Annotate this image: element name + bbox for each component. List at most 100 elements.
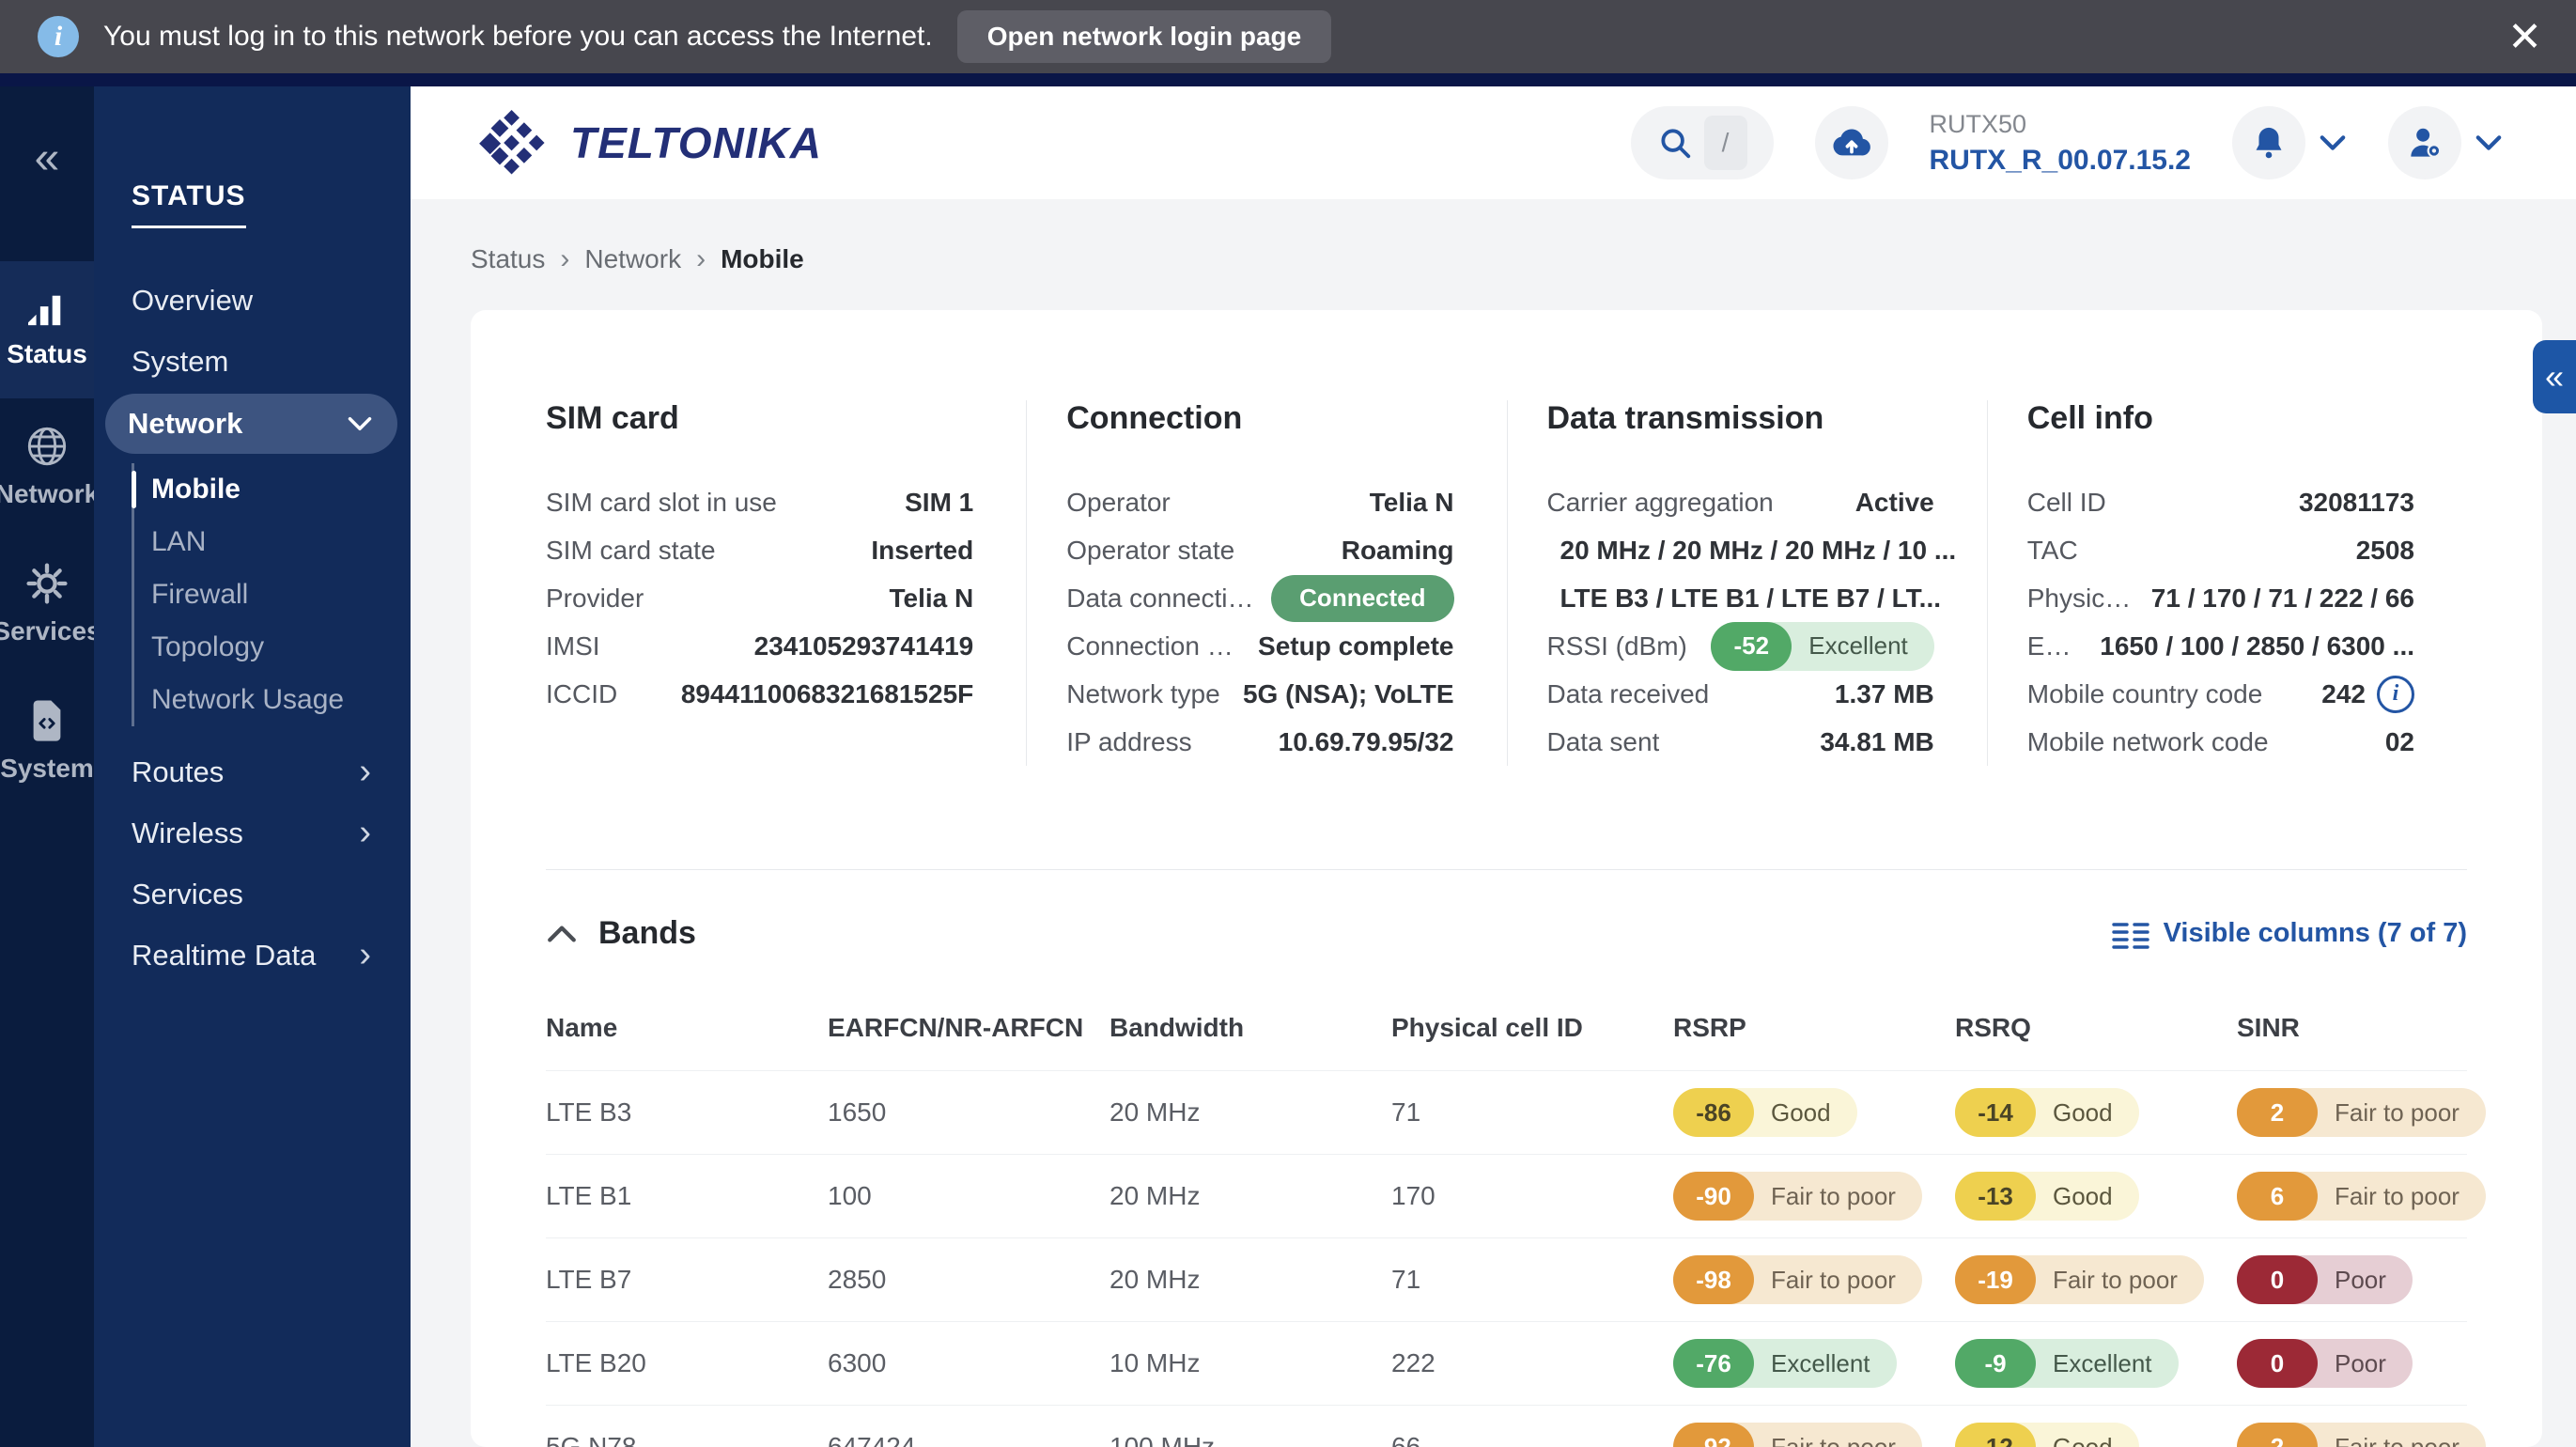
- cell-sinr: 6 Fair to poor: [2237, 1172, 2486, 1221]
- panel-row-label: ICCID: [546, 678, 618, 708]
- open-network-login-button[interactable]: Open network login page: [956, 10, 1332, 63]
- rsrq-value-pill: -13: [1955, 1172, 2036, 1221]
- rsrq-badge: -13 Good: [1955, 1172, 2139, 1221]
- panel-row-value: Roaming: [1342, 536, 1454, 566]
- info-icon[interactable]: i: [2377, 675, 2414, 713]
- column-header-earfcn-nr-arfcn: EARFCN/NR-ARFCN: [828, 1013, 1084, 1042]
- sidebar-item-routes[interactable]: Routes ›: [109, 741, 396, 802]
- panel-row-value-text: SIM 1: [905, 487, 974, 517]
- cell-bandwidth: 20 MHz: [1110, 1181, 1201, 1210]
- panel-row-value: 32081173: [2299, 488, 2414, 518]
- panel-row-value: 5G (NSA); VoLTE: [1243, 679, 1454, 709]
- rail-item-label: System: [0, 754, 94, 783]
- panel-row-value: LTE B3 / LTE B1 / LTE B7 / LT...: [1560, 583, 1942, 614]
- cell-name: LTE B7: [546, 1265, 632, 1294]
- cell-sinr: 2 Fair to poor: [2237, 1088, 2486, 1137]
- teltonika-logo[interactable]: TELTONIKA: [471, 108, 822, 178]
- cell-earfcn: 6300: [828, 1348, 887, 1377]
- chevron-down-icon: [347, 415, 373, 432]
- column-header-sinr: SINR: [2237, 1013, 2300, 1042]
- rsrq-rating-label: Excellent: [2053, 1348, 2152, 1377]
- sidebar-subitem-topology[interactable]: Topology: [151, 621, 396, 674]
- sidebar-collapse-button[interactable]: «: [29, 135, 66, 182]
- user-settings-button[interactable]: [2388, 106, 2461, 179]
- panel-row: SIM card state Inserted: [546, 526, 973, 574]
- breadcrumb-item-mobile: Mobile: [721, 244, 804, 273]
- firmware-version-link[interactable]: RUTX_R_00.07.15.2: [1930, 145, 2192, 177]
- sidebar-section-title: STATUS: [132, 180, 246, 228]
- panel-row-label: Provider: [546, 583, 644, 613]
- rsrq-rating-label: Good: [2053, 1432, 2113, 1447]
- breadcrumb-item-network[interactable]: Network: [584, 244, 681, 274]
- rsrp-badge: -90 Fair to poor: [1673, 1172, 1922, 1221]
- top-header: TELTONIKA / RUTX50 RUTX_R_00.07.15.2: [411, 86, 2576, 199]
- cell-bandwidth: 20 MHz: [1110, 1097, 1201, 1127]
- cell-name: 5G N78: [546, 1432, 637, 1447]
- notifications-menu[interactable]: [2232, 106, 2347, 179]
- search-shortcut-key: /: [1703, 116, 1747, 170]
- sidebar-item-label: Wireless: [132, 816, 243, 849]
- visible-columns-button[interactable]: Visible columns (7 of 7): [2111, 918, 2467, 949]
- cell-earfcn: 2850: [828, 1265, 887, 1294]
- panel-row: Connecte...LTE B3 / LTE B1 / LTE B7 / LT…: [1547, 574, 1942, 622]
- breadcrumb-chevron-icon: ›: [696, 243, 706, 274]
- rail-item-label: Status: [7, 339, 87, 368]
- panel-row-value: 34.81 MB: [1820, 727, 1933, 757]
- cloud-rms-button[interactable]: [1814, 106, 1888, 179]
- panel-row: ICCID 8944110068321681525F: [546, 670, 973, 718]
- rsrp-rating-label: Fair to poor: [1771, 1181, 1896, 1210]
- sidebar-subitem-firewall[interactable]: Firewall: [151, 568, 396, 621]
- panel-row-value: Telia N: [890, 583, 974, 614]
- sinr-value-pill: 2: [2237, 1423, 2318, 1447]
- cell-rsrp: -92 Fair to poor: [1673, 1423, 1955, 1447]
- sidebar-item-services[interactable]: Services: [109, 864, 396, 925]
- globe-icon: [25, 425, 69, 468]
- sinr-value-pill: 2: [2237, 1088, 2318, 1137]
- sinr-rating-label: Fair to poor: [2335, 1097, 2460, 1127]
- user-menu[interactable]: [2388, 106, 2503, 179]
- banner-close-icon[interactable]: ✕: [2507, 17, 2542, 58]
- column-header-physical-cell-id: Physical cell ID: [1391, 1013, 1583, 1042]
- panel-row-value: Telia N: [1370, 488, 1454, 518]
- rsrp-badge: -76 Excellent: [1673, 1339, 1897, 1388]
- table-row-lte-b7: LTE B7 2850 20 MHz 71 -98 Fair to poor -19 Fair…: [546, 1237, 2467, 1321]
- panel-row: Connection stage Setup complete: [1066, 622, 1453, 670]
- rsrq-value-pill: -19: [1955, 1255, 2036, 1304]
- page-content: Status › Network › Mobile SIM card SIM card s…: [411, 199, 2576, 1447]
- panel-row-label: Operator: [1066, 487, 1171, 517]
- rail-item-status[interactable]: Status: [0, 261, 94, 398]
- rsrq-badge: -14 Good: [1955, 1088, 2139, 1137]
- sidebar-subitem-lan[interactable]: LAN: [151, 516, 396, 568]
- panel-title: Data transmission: [1546, 400, 1824, 436]
- sidebar-item-overview[interactable]: Overview: [109, 270, 396, 331]
- data-transmission-value-pill: -52: [1711, 621, 1792, 671]
- panel-row: IMSI 234105293741419: [546, 622, 973, 670]
- info-icon: i: [38, 16, 79, 57]
- sidebar-item-wireless[interactable]: Wireless ›: [109, 802, 396, 864]
- breadcrumb-item-status[interactable]: Status: [471, 244, 545, 274]
- bands-collapse-chevron-icon[interactable]: [546, 924, 578, 944]
- search-input[interactable]: /: [1630, 106, 1774, 179]
- sidebar-item-label: Network: [128, 407, 243, 440]
- sidebar-subitem-network-usage[interactable]: Network Usage: [151, 674, 396, 726]
- chevron-right-icon: ›: [359, 813, 371, 852]
- rail-item-network[interactable]: Network: [0, 398, 99, 536]
- panel-row: SIM card slot in use SIM 1: [546, 478, 973, 526]
- cloud-upload-icon: [1832, 129, 1870, 156]
- sidebar-item-network[interactable]: Network: [105, 394, 397, 454]
- sidebar-item-label: Services: [132, 877, 243, 910]
- expand-panel-tab[interactable]: «: [2533, 340, 2576, 413]
- sidebar-item-system[interactable]: System: [109, 331, 396, 392]
- rail-item-services[interactable]: Services: [0, 536, 101, 673]
- rail-item-system[interactable]: System: [0, 673, 94, 810]
- sidebar-subitem-mobile[interactable]: Mobile: [132, 463, 396, 516]
- panel-row-value-text: 10.69.79.95/32: [1278, 726, 1454, 756]
- panel-row: Data sent 34.81 MB: [1547, 718, 1934, 766]
- column-header-name: Name: [546, 1013, 618, 1042]
- rsrq-badge: -12 Good: [1955, 1423, 2139, 1447]
- table-row-lte-b20: LTE B20 6300 10 MHz 222 -76 Excellent -9 Excell…: [546, 1321, 2467, 1405]
- sidebar-item-realtime-data[interactable]: Realtime Data ›: [109, 925, 396, 986]
- notifications-button[interactable]: [2232, 106, 2305, 179]
- rsrp-value-pill: -76: [1673, 1339, 1754, 1388]
- cell-rsrq: -19 Fair to poor: [1955, 1255, 2237, 1304]
